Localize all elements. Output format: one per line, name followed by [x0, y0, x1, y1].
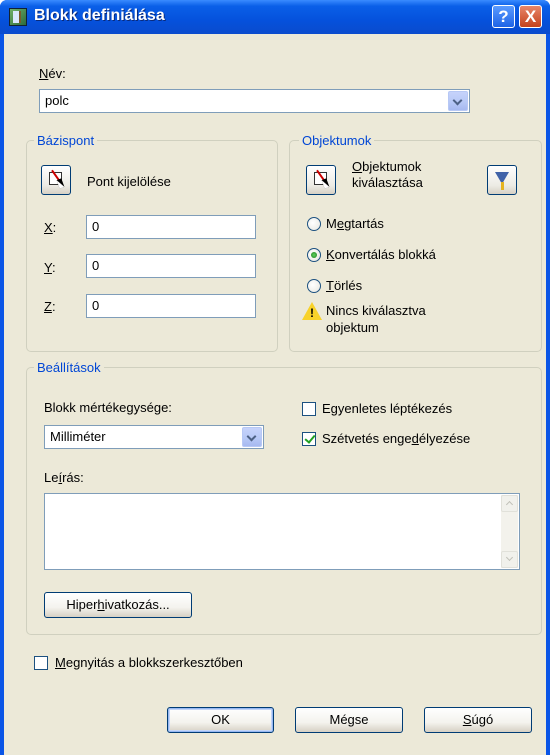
block-units-select[interactable]: Milliméter — [44, 425, 264, 449]
block-units-value: Milliméter — [50, 429, 106, 444]
x-label: X: — [44, 220, 57, 235]
window-title: Blokk definiálása — [34, 7, 165, 24]
z-input[interactable]: 0 — [86, 294, 256, 318]
select-objects-icon — [314, 172, 327, 185]
retain-label: Megtartás — [326, 216, 384, 231]
objects-group-title: Objektumok — [299, 133, 375, 148]
base-point-group-title: Bázispont — [34, 133, 98, 148]
hyperlink-button[interactable]: Hiperhivatkozás... — [44, 592, 192, 618]
dialog-client-area: Név: polc Bázispont Pont kijelölése X: 0… — [4, 34, 546, 755]
pick-point-label: Pont kijelölése — [87, 174, 171, 189]
warning-mark: ! — [310, 306, 314, 320]
allow-explode-checkbox[interactable] — [302, 432, 316, 446]
uniform-scale-label: Egyenletes léptékezés — [322, 401, 453, 416]
name-dropdown-chevron-icon[interactable] — [448, 91, 468, 111]
select-objects-button[interactable] — [306, 165, 336, 195]
convert-to-block-label: Konvertálás blokká — [326, 247, 436, 262]
name-value: polc — [45, 93, 69, 108]
description-textarea[interactable] — [44, 493, 520, 570]
open-in-block-editor-checkbox[interactable] — [34, 656, 48, 670]
title-close-button[interactable]: X — [519, 5, 542, 28]
quick-select-button[interactable] — [487, 165, 517, 195]
description-label: Leírás: — [44, 470, 84, 485]
settings-group-title: Beállítások — [34, 360, 104, 375]
select-objects-label: Objektumok kiválasztása — [352, 159, 423, 190]
help-button[interactable]: Súgó — [424, 707, 532, 733]
ok-button[interactable]: OK — [167, 707, 274, 733]
filter-icon — [495, 172, 509, 190]
block-app-icon — [9, 8, 27, 26]
dialog-window: Blokk definiálása ? X Név: polc Bázispon… — [0, 0, 550, 755]
name-combobox[interactable]: polc — [39, 89, 470, 113]
open-in-block-editor-label: Megnyitás a blokkszerkesztőben — [55, 655, 243, 670]
allow-explode-label: Szétvetés engedélyezése — [322, 431, 471, 446]
y-input[interactable]: 0 — [86, 254, 256, 278]
no-selection-warning: Nincs kiválasztva objektum — [326, 303, 426, 335]
pick-point-icon — [49, 172, 62, 185]
y-label: Y: — [44, 260, 56, 275]
scroll-down-arrow-icon[interactable] — [501, 551, 518, 568]
retain-radio[interactable] — [307, 217, 321, 231]
cancel-button[interactable]: Mégse — [295, 707, 403, 733]
pick-point-button[interactable] — [41, 165, 71, 195]
delete-radio[interactable] — [307, 279, 321, 293]
convert-to-block-radio[interactable] — [307, 248, 321, 262]
block-units-chevron-down-icon[interactable] — [242, 427, 262, 447]
title-bar[interactable]: Blokk definiálása ? X — [0, 0, 550, 34]
scroll-up-arrow-icon[interactable] — [501, 495, 518, 512]
uniform-scale-checkbox[interactable] — [302, 402, 316, 416]
block-units-label: Blokk mértékegysége: — [44, 400, 172, 415]
z-label: Z: — [44, 299, 56, 314]
description-scrollbar[interactable] — [501, 495, 518, 568]
x-input[interactable]: 0 — [86, 215, 256, 239]
name-label: Név: — [39, 66, 66, 81]
delete-label: Törlés — [326, 278, 363, 293]
title-help-button[interactable]: ? — [492, 5, 515, 28]
